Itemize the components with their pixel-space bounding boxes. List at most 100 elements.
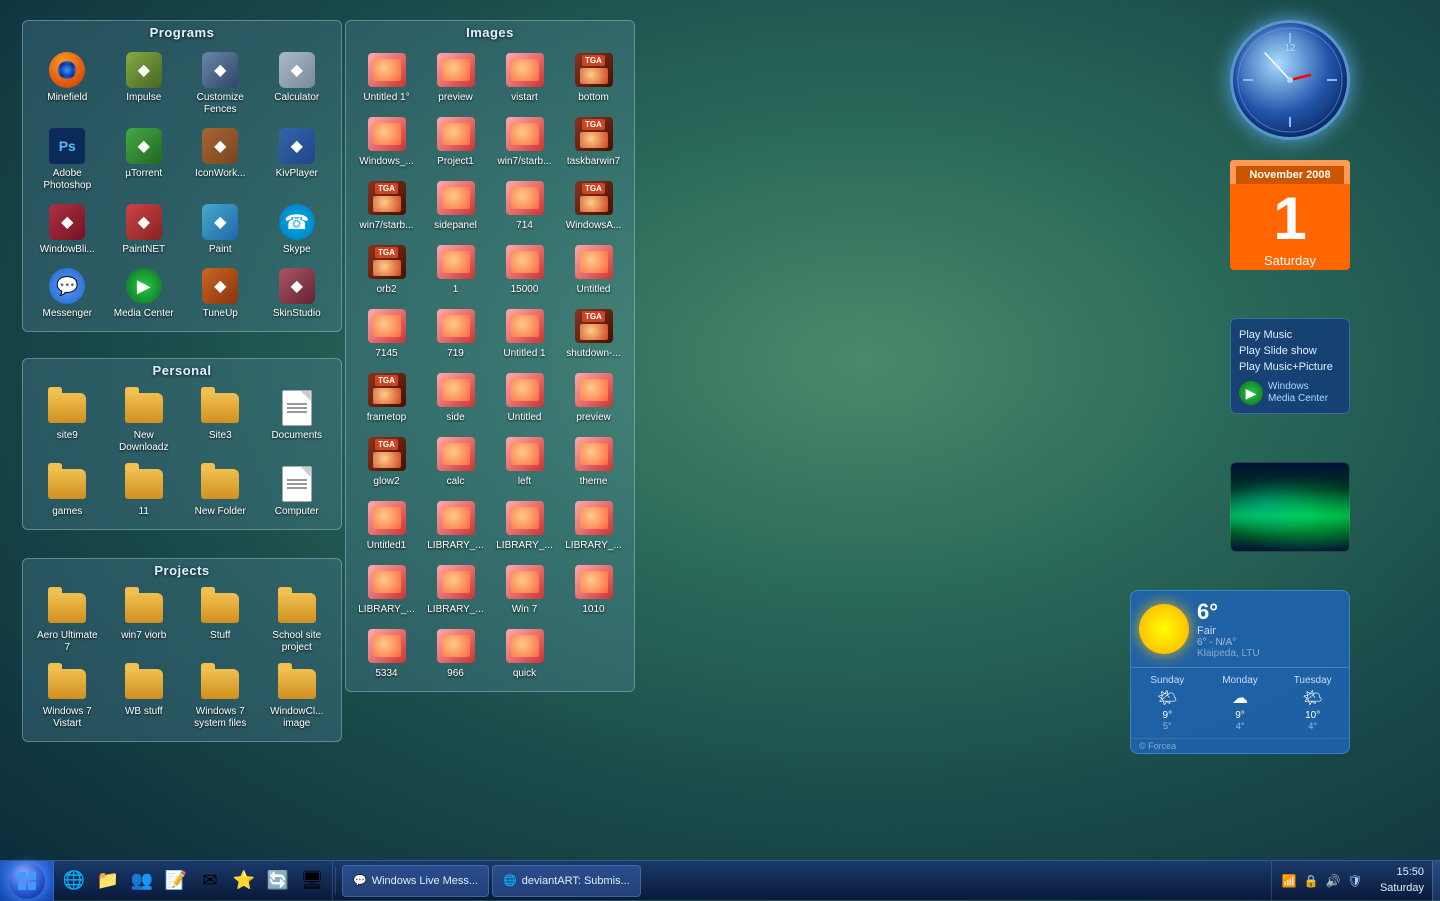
taskbar-window-messenger[interactable]: 💬 Windows Live Mess... (342, 865, 489, 897)
icon-item-35[interactable]: 1010 (561, 559, 626, 619)
icon-item-23[interactable]: preview (561, 367, 626, 427)
icon-item-9[interactable]: sidepanel (423, 175, 488, 235)
icon-item-10[interactable]: 714 (492, 175, 557, 235)
icon-item-0[interactable]: Minefield (31, 47, 104, 119)
icon-item-36[interactable]: 5334 (354, 623, 419, 683)
quicklaunch-users[interactable]: 👥 (126, 865, 158, 897)
icon-item-4[interactable]: Windows_... (354, 111, 419, 171)
icon-image-37 (436, 626, 476, 666)
icon-item-0[interactable]: Untitled 1° (354, 47, 419, 107)
icon-item-5[interactable]: 11 (108, 461, 181, 521)
icon-item-33[interactable]: LIBRARY_... (423, 559, 488, 619)
icon-item-2[interactable]: vistart (492, 47, 557, 107)
icon-item-1[interactable]: preview (423, 47, 488, 107)
icon-item-6[interactable]: Windows 7 system files (184, 661, 257, 733)
icon-item-9[interactable]: ◆PaintNET (108, 199, 181, 259)
icon-item-10[interactable]: ◆Paint (184, 199, 257, 259)
taskbar-window-deviantart[interactable]: 🌐 deviantART: Submis... (492, 865, 641, 897)
start-button[interactable] (0, 861, 54, 901)
icon-item-4[interactable]: Windows 7 Vistart (31, 661, 104, 733)
icon-image-3 (277, 588, 317, 628)
icon-item-8[interactable]: TGAwin7/starb... (354, 175, 419, 235)
icon-item-25[interactable]: calc (423, 431, 488, 491)
icon-item-4[interactable]: games (31, 461, 104, 521)
icon-item-8[interactable]: ◆WindowBli... (31, 199, 104, 259)
icon-item-16[interactable]: 7145 (354, 303, 419, 363)
icon-item-13[interactable]: 1 (423, 239, 488, 299)
icon-image-1: ◆ (124, 50, 164, 90)
icon-item-38[interactable]: quick (492, 623, 557, 683)
icon-item-3[interactable]: ◆Calculator (261, 47, 334, 119)
icon-item-34[interactable]: Win 7 (492, 559, 557, 619)
icon-image-9 (436, 178, 476, 218)
icon-item-5[interactable]: Project1 (423, 111, 488, 171)
mc-slideshow[interactable]: Play Slide show (1239, 343, 1341, 359)
icon-label-0: Aero Ultimate 7 (33, 630, 101, 654)
icon-item-6[interactable]: ◆IconWork... (184, 123, 257, 195)
icon-item-14[interactable]: ◆TuneUp (184, 263, 257, 323)
icon-item-1[interactable]: ◆Impulse (108, 47, 181, 119)
icon-item-17[interactable]: 719 (423, 303, 488, 363)
taskbar-clock[interactable]: 15:50 Saturday (1372, 865, 1432, 896)
icon-label-14: TuneUp (203, 308, 238, 320)
icon-item-2[interactable]: ◆Customize Fences (184, 47, 257, 119)
tray-volume-icon[interactable]: 🔊 (1324, 872, 1342, 890)
icon-item-14[interactable]: 15000 (492, 239, 557, 299)
icon-item-7[interactable]: ◆KivPlayer (261, 123, 334, 195)
icon-item-0[interactable]: site9 (31, 385, 104, 457)
icon-item-18[interactable]: Untitled 1 (492, 303, 557, 363)
tray-security-icon[interactable]: 🔒 (1302, 872, 1320, 890)
quicklaunch-ie[interactable]: 🌐 (58, 865, 90, 897)
icon-item-7[interactable]: WindowCl... image (261, 661, 334, 733)
quicklaunch-folder[interactable]: 📁 (92, 865, 124, 897)
icon-item-26[interactable]: left (492, 431, 557, 491)
icon-item-30[interactable]: LIBRARY_... (492, 495, 557, 555)
quicklaunch-refresh[interactable]: 🔄 (262, 865, 294, 897)
icon-item-2[interactable]: Stuff (184, 585, 257, 657)
icon-label-29: LIBRARY_... (427, 540, 484, 552)
icon-item-13[interactable]: ▶Media Center (108, 263, 181, 323)
icon-item-27[interactable]: theme (561, 431, 626, 491)
icon-item-3[interactable]: School site project (261, 585, 334, 657)
icon-item-5[interactable]: ◆µTorrent (108, 123, 181, 195)
quicklaunch-star[interactable]: ⭐ (228, 865, 260, 897)
tray-antivirus-icon[interactable]: 🛡 (1346, 872, 1364, 890)
icon-item-0[interactable]: Aero Ultimate 7 (31, 585, 104, 657)
quicklaunch-word[interactable]: 📝 (160, 865, 192, 897)
mc-music-picture[interactable]: Play Music+Picture (1239, 359, 1341, 375)
icon-item-7[interactable]: TGAtaskbarwin7 (561, 111, 626, 171)
icon-item-32[interactable]: LIBRARY_... (354, 559, 419, 619)
icon-item-6[interactable]: win7/starb... (492, 111, 557, 171)
icon-item-28[interactable]: Untitled1 (354, 495, 419, 555)
quicklaunch-screen[interactable]: 🖥 (296, 865, 328, 897)
mc-play-music[interactable]: Play Music (1239, 327, 1341, 343)
icon-item-19[interactable]: TGAshutdown-... (561, 303, 626, 363)
icon-image-4 (47, 464, 87, 504)
icon-item-24[interactable]: TGAglow2 (354, 431, 419, 491)
icon-item-12[interactable]: TGAorb2 (354, 239, 419, 299)
icon-item-3[interactable]: Documents (261, 385, 334, 457)
icon-item-4[interactable]: PsAdobe Photoshop (31, 123, 104, 195)
icon-item-29[interactable]: LIBRARY_... (423, 495, 488, 555)
icon-item-1[interactable]: win7 viorb (108, 585, 181, 657)
icon-item-11[interactable]: TGAWindowsA... (561, 175, 626, 235)
icon-item-15[interactable]: ◆SkinStudio (261, 263, 334, 323)
icon-item-5[interactable]: WB stuff (108, 661, 181, 733)
icon-item-3[interactable]: TGAbottom (561, 47, 626, 107)
icon-item-12[interactable]: 💬Messenger (31, 263, 104, 323)
icon-item-37[interactable]: 966 (423, 623, 488, 683)
icon-item-2[interactable]: Site3 (184, 385, 257, 457)
icon-item-7[interactable]: Computer (261, 461, 334, 521)
icon-item-21[interactable]: side (423, 367, 488, 427)
tray-network-icon[interactable]: 📶 (1280, 872, 1298, 890)
icon-item-31[interactable]: LIBRARY_... (561, 495, 626, 555)
quicklaunch-mail[interactable]: ✉ (194, 865, 226, 897)
icon-item-22[interactable]: Untitled (492, 367, 557, 427)
icon-label-14: 15000 (511, 284, 539, 296)
icon-item-20[interactable]: TGAframetop (354, 367, 419, 427)
show-desktop-button[interactable] (1432, 861, 1440, 901)
icon-item-15[interactable]: Untitled (561, 239, 626, 299)
icon-item-1[interactable]: New Downloadz (108, 385, 181, 457)
icon-item-6[interactable]: New Folder (184, 461, 257, 521)
icon-item-11[interactable]: ☎Skype (261, 199, 334, 259)
